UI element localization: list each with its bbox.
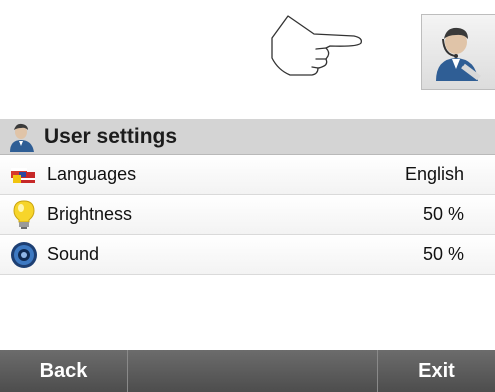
setting-value: 50 % (422, 204, 464, 224)
setting-label: Sound (47, 244, 100, 264)
lightbulb-icon (13, 199, 35, 229)
panel-header: User settings (0, 119, 495, 155)
setting-value: English (404, 164, 464, 184)
exit-button[interactable]: Exit (378, 350, 495, 392)
user-profile-icon (436, 27, 481, 81)
toolbar-spacer (128, 350, 378, 392)
back-button[interactable]: Back (0, 350, 128, 392)
setting-row-sound[interactable]: Sound 50 % (0, 235, 495, 275)
speaker-icon (11, 241, 37, 268)
pointing-hand-icon (271, 15, 362, 76)
setting-row-languages[interactable]: Languages English (0, 155, 495, 195)
bottom-toolbar: Back Exit (0, 350, 495, 392)
setting-label: Languages (47, 164, 137, 184)
user-profile-icon (10, 123, 34, 152)
setting-row-brightness[interactable]: Brightness 50 % (0, 195, 495, 235)
panel-title: User settings (44, 124, 178, 148)
user-settings-panel: User settings Languages English Brightne… (0, 119, 495, 275)
flags-icon (11, 167, 35, 183)
user-settings-button[interactable] (421, 14, 495, 90)
setting-label: Brightness (47, 204, 133, 224)
setting-value: 50 % (422, 244, 464, 264)
